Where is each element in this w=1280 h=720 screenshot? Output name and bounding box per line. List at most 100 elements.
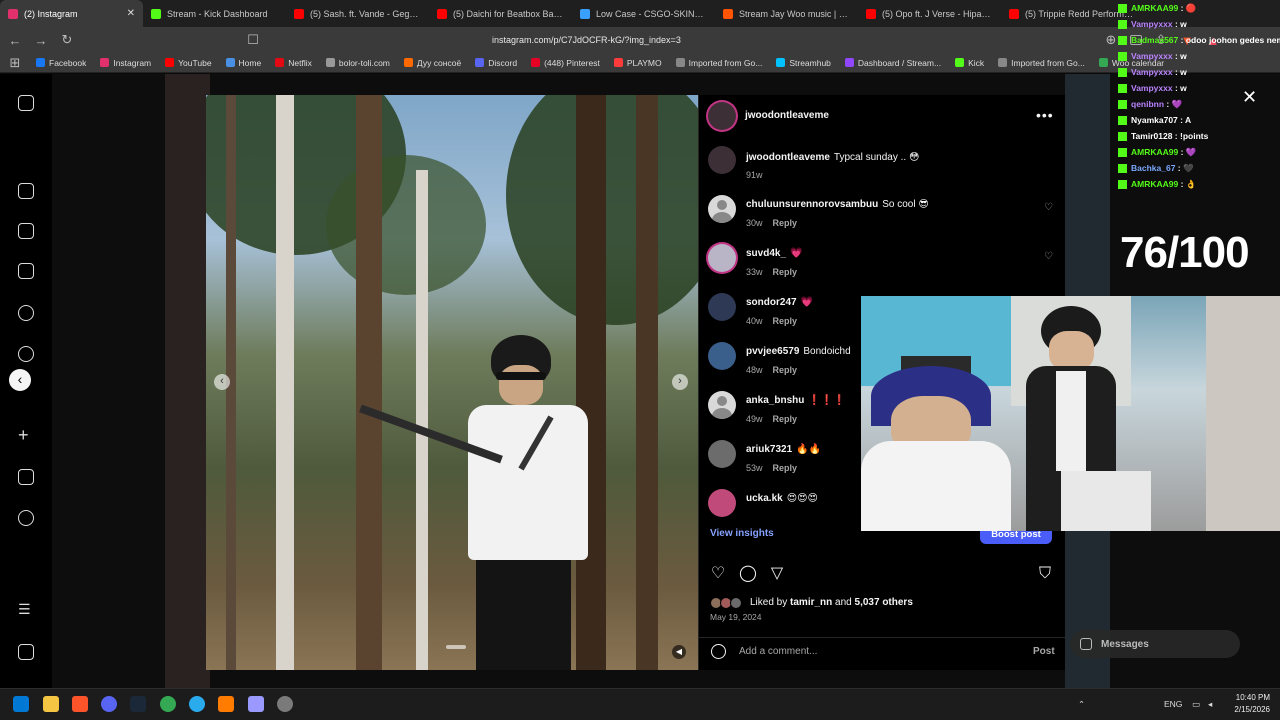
browser-tab[interactable]: Stream - Kick Dashboard [143, 0, 286, 27]
emoji-icon[interactable] [711, 644, 726, 659]
browser-tab[interactable]: Stream Jay Woo music | Listen [715, 0, 858, 27]
steam-icon[interactable] [130, 696, 146, 712]
start-icon[interactable] [13, 696, 29, 712]
comment-like-heart-icon[interactable]: ♡ [1044, 203, 1054, 213]
browser-tab[interactable]: (2) Instagram ✕ [0, 0, 143, 27]
comment-reply-button[interactable]: Reply [773, 414, 798, 424]
chrome-icon[interactable] [160, 696, 176, 712]
audio-icon[interactable]: ◀ [672, 645, 686, 659]
premiere-icon[interactable] [248, 696, 264, 712]
messages-icon[interactable] [1080, 638, 1092, 650]
comment-reply-button[interactable]: Reply [773, 365, 798, 375]
zoom-icon[interactable]: ⊕ [1104, 32, 1118, 48]
language-indicator[interactable]: ENG [1164, 699, 1182, 709]
comment-username[interactable]: ariuk7321 [746, 444, 792, 455]
comment-like-heart-icon[interactable]: ♡ [1044, 252, 1054, 262]
profile-icon[interactable] [18, 510, 34, 526]
bookmark-item[interactable]: bolor-toli.com [325, 58, 390, 68]
explore-icon[interactable] [18, 346, 34, 362]
bookmark-item[interactable]: Home [225, 58, 261, 68]
file-explorer-icon[interactable] [43, 696, 59, 712]
instagram-logo-icon[interactable] [18, 95, 34, 111]
image-prev-arrow[interactable]: ‹ [214, 374, 230, 390]
caption-avatar[interactable] [708, 146, 736, 174]
comment-username[interactable]: sondor247 [746, 297, 797, 308]
comment-avatar[interactable] [708, 489, 736, 517]
search-icon[interactable] [18, 305, 34, 321]
messages-label[interactable]: Messages [1101, 639, 1149, 650]
bookmark-icon[interactable]: ☐ [246, 32, 260, 48]
browser-tab[interactable]: Low Case - CSGO-SKINS.COM [572, 0, 715, 27]
comment-reply-button[interactable]: Reply [773, 218, 798, 228]
comment-bubble-icon[interactable]: ◯ [739, 565, 757, 583]
author-username[interactable]: jwoodontleaveme [745, 110, 829, 121]
bookmark-item[interactable]: Netflix [275, 58, 312, 68]
messages-pill[interactable] [1070, 630, 1240, 658]
also-from-meta-icon[interactable] [18, 644, 34, 660]
illustrator-icon[interactable] [218, 696, 234, 712]
bookmark-item[interactable]: Imported from Go... [998, 58, 1085, 68]
home-icon[interactable] [18, 183, 34, 199]
bookmark-item[interactable]: PLAYMO [613, 58, 662, 68]
apps-grid-icon[interactable]: ⊞ [8, 55, 22, 71]
reload-icon[interactable]: ↻ [60, 32, 74, 48]
comment-username[interactable]: anka_bnshu [746, 395, 804, 406]
like-heart-icon[interactable]: ♡ [709, 565, 727, 583]
bookmark-item[interactable]: Facebook [36, 58, 86, 68]
bookmark-item[interactable]: Dashboard / Stream... [844, 58, 941, 68]
browser-tab[interactable]: (5) Sash. ft. Vande - Gegee (Offi [286, 0, 429, 27]
obs-icon[interactable] [277, 696, 293, 712]
comment-avatar[interactable] [708, 244, 736, 272]
clock-time[interactable]: 10:40 PM [1222, 693, 1270, 702]
brave-icon[interactable] [72, 696, 88, 712]
bookmark-item[interactable]: YouTube [165, 58, 212, 68]
bookmark-item[interactable]: Kick [955, 58, 984, 68]
comment-avatar[interactable] [708, 195, 736, 223]
comment-avatar[interactable] [708, 342, 736, 370]
bookmark-item[interactable]: Дуу сонсоё [403, 58, 461, 68]
url-field[interactable]: instagram.com/p/C7JdOCFR-kG/?img_index=3 [492, 35, 1092, 45]
comment-avatar[interactable] [708, 391, 736, 419]
comment-reply-button[interactable]: Reply [773, 316, 798, 326]
comment-reply-button[interactable]: Reply [773, 463, 798, 473]
browser-tab[interactable]: (5) Daichi for Beatbox Battle W [429, 0, 572, 27]
comment-username[interactable]: suvd4k_ [746, 248, 786, 259]
menu-icon[interactable]: ☰ [18, 602, 34, 618]
bookmark-item[interactable]: Imported from Go... [675, 58, 762, 68]
carousel-previous-post-button[interactable]: ‹ [9, 369, 31, 391]
bookmark-item[interactable]: (448) Pinterest [531, 58, 600, 68]
comment-input[interactable]: Add a comment... [739, 646, 817, 657]
network-icon[interactable]: ▭ [1192, 699, 1200, 710]
comment-avatar[interactable] [708, 440, 736, 468]
volume-icon[interactable]: ◂ [1208, 699, 1212, 710]
back-icon[interactable]: ← [8, 33, 22, 48]
bookmark-item[interactable]: Instagram [100, 58, 151, 68]
share-paperplane-icon[interactable]: ▽ [768, 565, 786, 583]
image-next-arrow[interactable]: › [672, 374, 688, 390]
post-comment-button[interactable]: Post [1033, 646, 1055, 657]
dashboard-icon[interactable] [18, 469, 34, 485]
direct-icon[interactable] [18, 263, 34, 279]
tab-close-icon[interactable]: ✕ [127, 8, 135, 19]
save-bookmark-icon[interactable]: ⛉ [1036, 565, 1054, 583]
liked-by-user[interactable]: tamir_nn [790, 597, 832, 608]
discord-icon[interactable] [101, 696, 117, 712]
comment-username[interactable]: chuluunsurennorovsambuu [746, 199, 878, 210]
create-icon[interactable]: + [18, 426, 34, 444]
clock-date[interactable]: 2/15/2026 [1222, 705, 1270, 714]
browser-tab[interactable]: (5) Opo ft. J Verse - Hipaap Am [858, 0, 1001, 27]
more-options-icon[interactable]: ••• [1036, 107, 1054, 123]
comment-username[interactable]: pvvjee6579 [746, 346, 799, 357]
forward-icon[interactable]: → [34, 33, 48, 48]
bookmark-item[interactable]: Streamhub [776, 58, 831, 68]
caption-author[interactable]: jwoodontleaveme [746, 152, 830, 163]
close-icon[interactable]: ✕ [1242, 87, 1257, 108]
comment-username[interactable]: ucka.kk [746, 493, 783, 504]
reels-icon[interactable] [18, 223, 34, 239]
comment-avatar[interactable] [708, 293, 736, 321]
author-avatar[interactable] [708, 102, 736, 130]
comment-reply-button[interactable]: Reply [773, 267, 798, 277]
bookmark-item[interactable]: Discord [475, 58, 517, 68]
tray-chevron-icon[interactable]: ⌃ [1078, 699, 1085, 710]
liked-by-others[interactable]: 5,037 others [855, 597, 913, 608]
